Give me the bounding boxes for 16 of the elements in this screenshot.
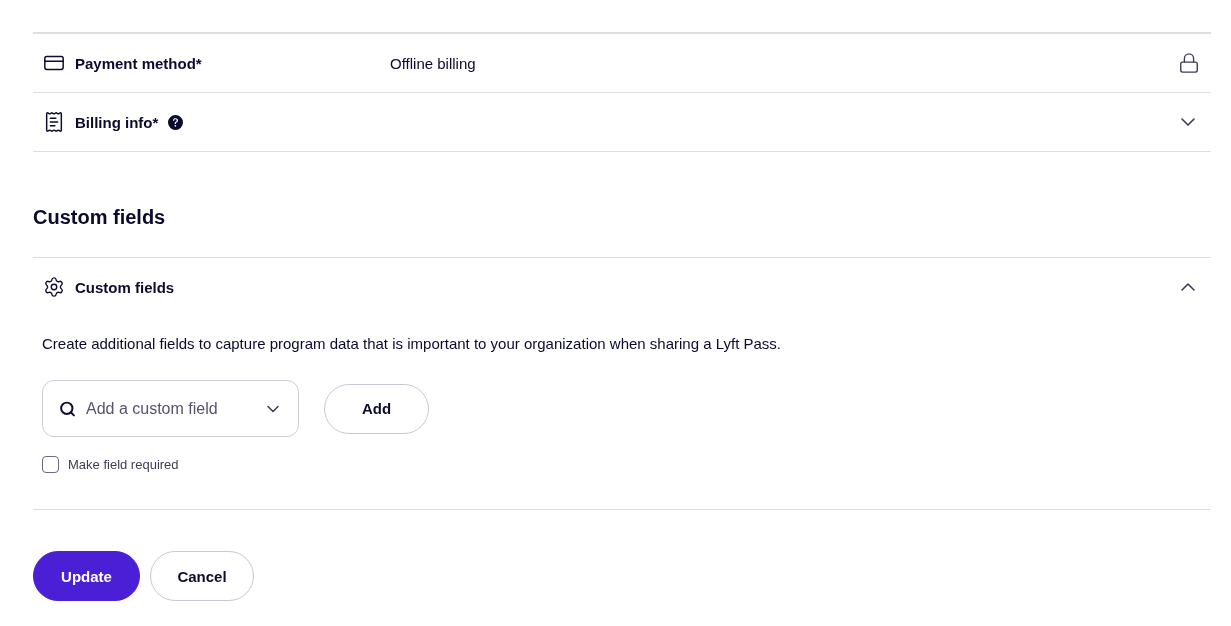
checkbox[interactable] [42,456,59,473]
section-heading: Custom fields [33,205,166,229]
panel-title: Custom fields [75,278,175,296]
description-text: Create additional fields to capture program data that is important to your organization when sharing a Lyft Pass. [42,334,782,354]
help-icon[interactable] [168,114,184,130]
row-value: Offline billing [390,54,476,72]
custom-field-select[interactable]: Add a custom field [42,380,299,437]
receipt-icon [43,111,65,133]
update-button[interactable]: Update [33,551,140,601]
search-icon [59,400,76,417]
row-label: Payment method* [75,54,203,72]
row-label: Billing info* [75,113,159,131]
cancel-button[interactable]: Cancel [150,551,254,601]
checkbox-label: Make field required [68,457,179,472]
add-button[interactable]: Add [324,383,429,434]
gear-icon [43,276,65,298]
